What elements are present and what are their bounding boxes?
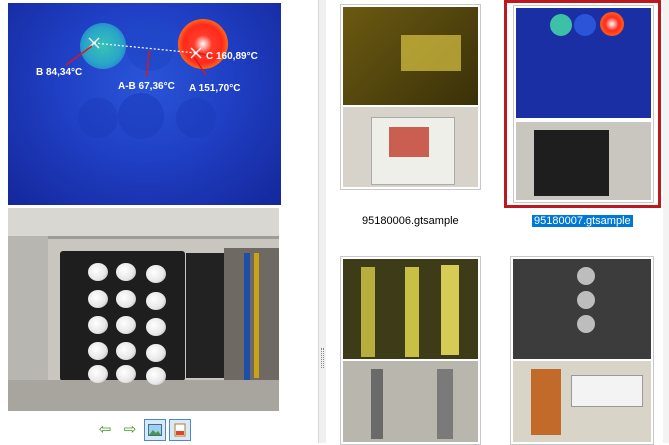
- label-c: C 160,89°C: [206, 51, 258, 62]
- thumbnail-item[interactable]: [340, 256, 481, 445]
- previous-arrow-icon[interactable]: ⇦: [95, 419, 115, 439]
- image-view-button[interactable]: [144, 419, 166, 441]
- label-ab: A-B 67,36°C: [118, 81, 175, 92]
- thumbnail-caption-selected: 95180007.gtsample: [532, 215, 633, 227]
- thumbnail-caption: 95180006.gtsample: [362, 215, 459, 227]
- preview-pane: B 84,34°C A-B 67,36°C C 160,89°C A 151,7…: [0, 0, 318, 443]
- thumbnail-grid: 95180006.gtsample 95180007.gtsample: [326, 0, 669, 445]
- label-b: B 84,34°C: [36, 67, 83, 78]
- vertical-scrollbar[interactable]: [663, 0, 669, 443]
- next-arrow-icon[interactable]: ⇨: [120, 419, 140, 439]
- thermal-image[interactable]: B 84,34°C A-B 67,36°C C 160,89°C A 151,7…: [8, 3, 281, 205]
- report-button[interactable]: [169, 419, 191, 441]
- visual-photo[interactable]: [8, 208, 279, 411]
- thumbnail-item[interactable]: [510, 256, 654, 445]
- image-icon: [148, 424, 162, 436]
- report-icon: [174, 423, 186, 437]
- measurement-overlay: [65, 37, 214, 78]
- thumbnail-item[interactable]: [340, 4, 481, 190]
- label-a: A 151,70°C: [189, 83, 241, 94]
- thumbnail-image: [513, 5, 654, 203]
